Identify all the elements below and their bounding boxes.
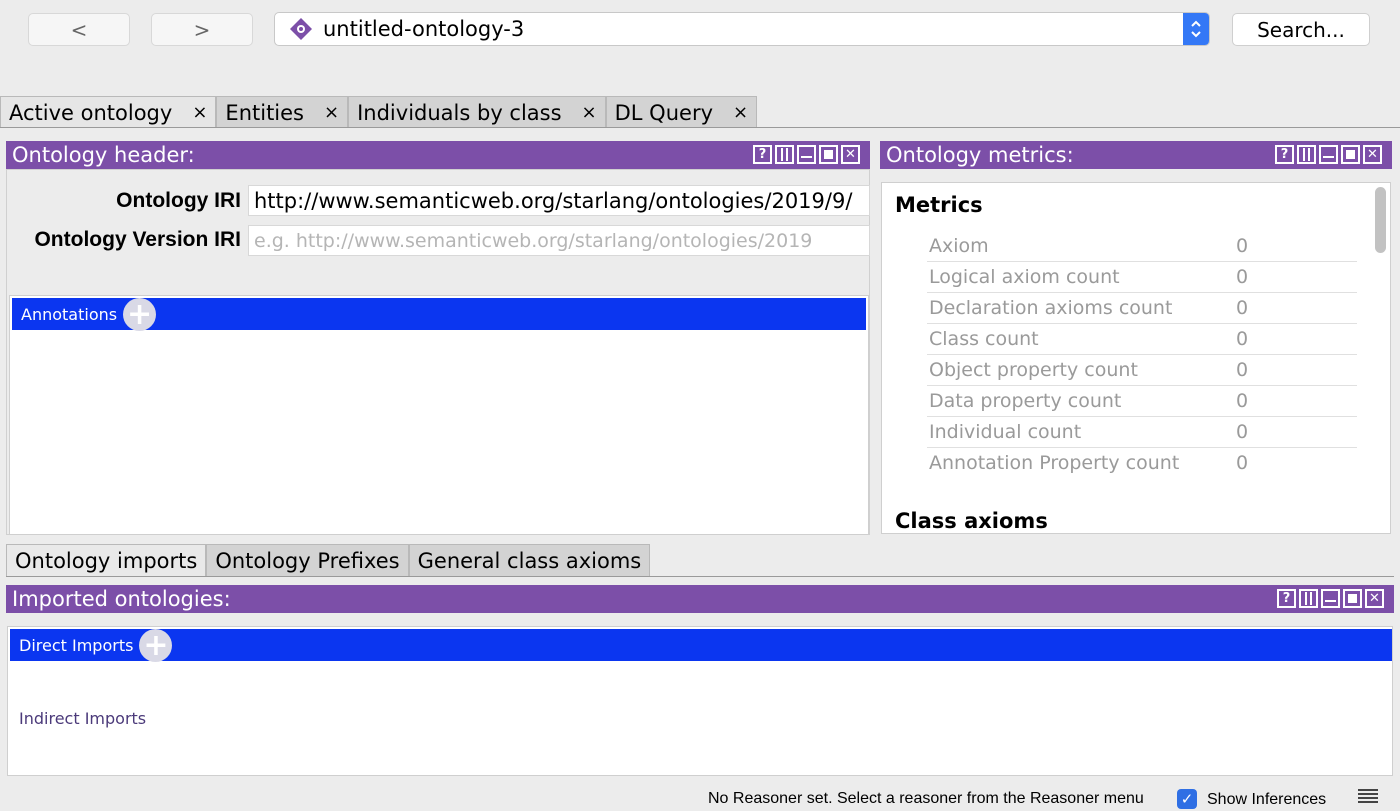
minimize-icon[interactable] bbox=[797, 145, 816, 164]
metric-value: 0 bbox=[1236, 359, 1249, 381]
tab-ontology-prefixes[interactable]: Ontology Prefixes bbox=[206, 544, 409, 576]
split-icon[interactable] bbox=[1299, 589, 1318, 608]
annotations-header: Annotations + bbox=[12, 297, 866, 332]
close-icon[interactable]: × bbox=[733, 102, 748, 123]
metric-name: Class count bbox=[929, 328, 1039, 350]
minimize-icon[interactable] bbox=[1319, 145, 1338, 164]
close-icon[interactable]: × bbox=[582, 102, 597, 123]
sub-tab-divider bbox=[6, 576, 1394, 577]
reasoner-status: No Reasoner set. Select a reasoner from … bbox=[708, 790, 1144, 807]
metric-value: 0 bbox=[1236, 235, 1249, 257]
metric-name: Axiom bbox=[929, 235, 989, 257]
tab-bar-divider bbox=[0, 127, 1400, 128]
maximize-icon[interactable] bbox=[1343, 589, 1362, 608]
minimize-icon[interactable] bbox=[1321, 589, 1340, 608]
close-icon[interactable]: × bbox=[324, 102, 339, 123]
metric-value: 0 bbox=[1236, 452, 1249, 474]
metric-row: Class count 0 bbox=[927, 324, 1357, 355]
forward-button[interactable]: > bbox=[151, 13, 253, 46]
search-button[interactable]: Search... bbox=[1232, 13, 1370, 46]
close-view-icon[interactable]: ✕ bbox=[841, 145, 860, 164]
ontology-version-iri-field[interactable]: e.g. http://www.semanticweb.org/starlang… bbox=[248, 225, 870, 256]
imports-list[interactable]: Direct Imports + Indirect Imports bbox=[7, 626, 1393, 776]
metrics-view[interactable]: Metrics Axiom 0 Logical axiom count 0 De… bbox=[881, 182, 1391, 534]
help-icon[interactable]: ? bbox=[753, 145, 772, 164]
maximize-icon[interactable] bbox=[1341, 145, 1360, 164]
metric-name: Object property count bbox=[929, 359, 1138, 381]
show-inferences-label[interactable]: Show Inferences bbox=[1207, 791, 1326, 809]
metric-row: Object property count 0 bbox=[927, 355, 1357, 386]
split-icon[interactable] bbox=[1297, 145, 1316, 164]
metrics-scrollbar[interactable] bbox=[1375, 187, 1386, 253]
tab-label: Individuals by class bbox=[357, 100, 562, 125]
view-controls: ? ✕ bbox=[753, 145, 860, 164]
metric-row: Annotation Property count 0 bbox=[927, 448, 1357, 479]
metric-name: Data property count bbox=[929, 390, 1122, 412]
panel-title: Imported ontologies: bbox=[12, 587, 231, 611]
annotations-list[interactable]: Annotations + bbox=[9, 295, 869, 535]
tab-dl-query[interactable]: DL Query × bbox=[605, 96, 758, 128]
tab-label: Entities bbox=[225, 100, 304, 125]
split-icon[interactable] bbox=[775, 145, 794, 164]
view-controls: ? ✕ bbox=[1275, 145, 1382, 164]
sub-tab-bar: Ontology imports Ontology Prefixes Gener… bbox=[6, 544, 651, 576]
metric-value: 0 bbox=[1236, 297, 1249, 319]
active-ontology-select[interactable]: untitled-ontology-3 bbox=[274, 12, 1210, 46]
help-icon[interactable]: ? bbox=[1275, 145, 1294, 164]
direct-imports-label: Direct Imports bbox=[19, 635, 134, 655]
metric-row: Declaration axioms count 0 bbox=[927, 293, 1357, 324]
metric-value: 0 bbox=[1236, 421, 1249, 443]
toolbar: < > untitled-ontology-3 Search... bbox=[0, 0, 1400, 62]
metric-row: Logical axiom count 0 bbox=[927, 262, 1357, 293]
metric-name: Annotation Property count bbox=[929, 452, 1180, 474]
metric-row: Axiom 0 bbox=[927, 231, 1357, 262]
active-ontology-name: untitled-ontology-3 bbox=[323, 17, 525, 41]
metric-name: Individual count bbox=[929, 421, 1082, 443]
tab-ontology-imports[interactable]: Ontology imports bbox=[6, 544, 207, 576]
ontology-iri-field[interactable]: http://www.semanticweb.org/starlang/onto… bbox=[248, 185, 870, 216]
imported-ontologies-title-bar: Imported ontologies: ? ✕ bbox=[6, 585, 1394, 613]
add-annotation-icon[interactable]: + bbox=[123, 297, 157, 332]
ontology-metrics-title-bar: Ontology metrics: ? ✕ bbox=[880, 141, 1392, 169]
metric-name: Declaration axioms count bbox=[929, 297, 1173, 319]
ontology-header-body: Ontology IRI http://www.semanticweb.org/… bbox=[6, 169, 870, 535]
select-arrows-icon[interactable] bbox=[1183, 13, 1209, 45]
tab-entities[interactable]: Entities × bbox=[216, 96, 349, 128]
metric-value: 0 bbox=[1236, 328, 1249, 350]
ontology-header-title-bar: Ontology header: ? ✕ bbox=[6, 141, 870, 169]
maximize-icon[interactable] bbox=[819, 145, 838, 164]
annotations-label: Annotations bbox=[21, 304, 118, 324]
ontology-version-iri-label: Ontology Version IRI bbox=[34, 228, 241, 251]
metrics-section-heading: Metrics bbox=[895, 193, 983, 217]
tab-active-ontology[interactable]: Active ontology × bbox=[0, 96, 217, 128]
panel-title: Ontology metrics: bbox=[886, 143, 1074, 167]
log-list-icon[interactable] bbox=[1358, 789, 1378, 807]
direct-imports-header: Direct Imports + bbox=[10, 628, 1392, 663]
panel-title: Ontology header: bbox=[12, 143, 195, 167]
close-view-icon[interactable]: ✕ bbox=[1365, 589, 1384, 608]
metric-value: 0 bbox=[1236, 390, 1249, 412]
ontology-iri-label: Ontology IRI bbox=[116, 189, 241, 212]
ontology-icon bbox=[289, 17, 313, 41]
metric-name: Logical axiom count bbox=[929, 266, 1120, 288]
add-import-icon[interactable]: + bbox=[139, 628, 173, 663]
metric-row: Data property count 0 bbox=[927, 386, 1357, 417]
close-icon[interactable]: × bbox=[192, 102, 207, 123]
view-controls: ? ✕ bbox=[1277, 589, 1384, 608]
metric-value: 0 bbox=[1236, 266, 1249, 288]
tab-individuals-by-class[interactable]: Individuals by class × bbox=[348, 96, 606, 128]
main-tab-bar: Active ontology × Entities × Individuals… bbox=[0, 96, 758, 128]
help-icon[interactable]: ? bbox=[1277, 589, 1296, 608]
close-view-icon[interactable]: ✕ bbox=[1363, 145, 1382, 164]
show-inferences-checkbox[interactable]: ✓ bbox=[1177, 789, 1197, 809]
back-button[interactable]: < bbox=[28, 13, 130, 46]
metric-row: Individual count 0 bbox=[927, 417, 1357, 448]
class-axioms-section-heading: Class axioms bbox=[895, 509, 1048, 533]
tab-label: DL Query bbox=[614, 100, 714, 125]
tab-general-class-axioms[interactable]: General class axioms bbox=[408, 544, 651, 576]
indirect-imports-label: Indirect Imports bbox=[19, 709, 147, 728]
tab-label: Active ontology bbox=[9, 100, 173, 125]
